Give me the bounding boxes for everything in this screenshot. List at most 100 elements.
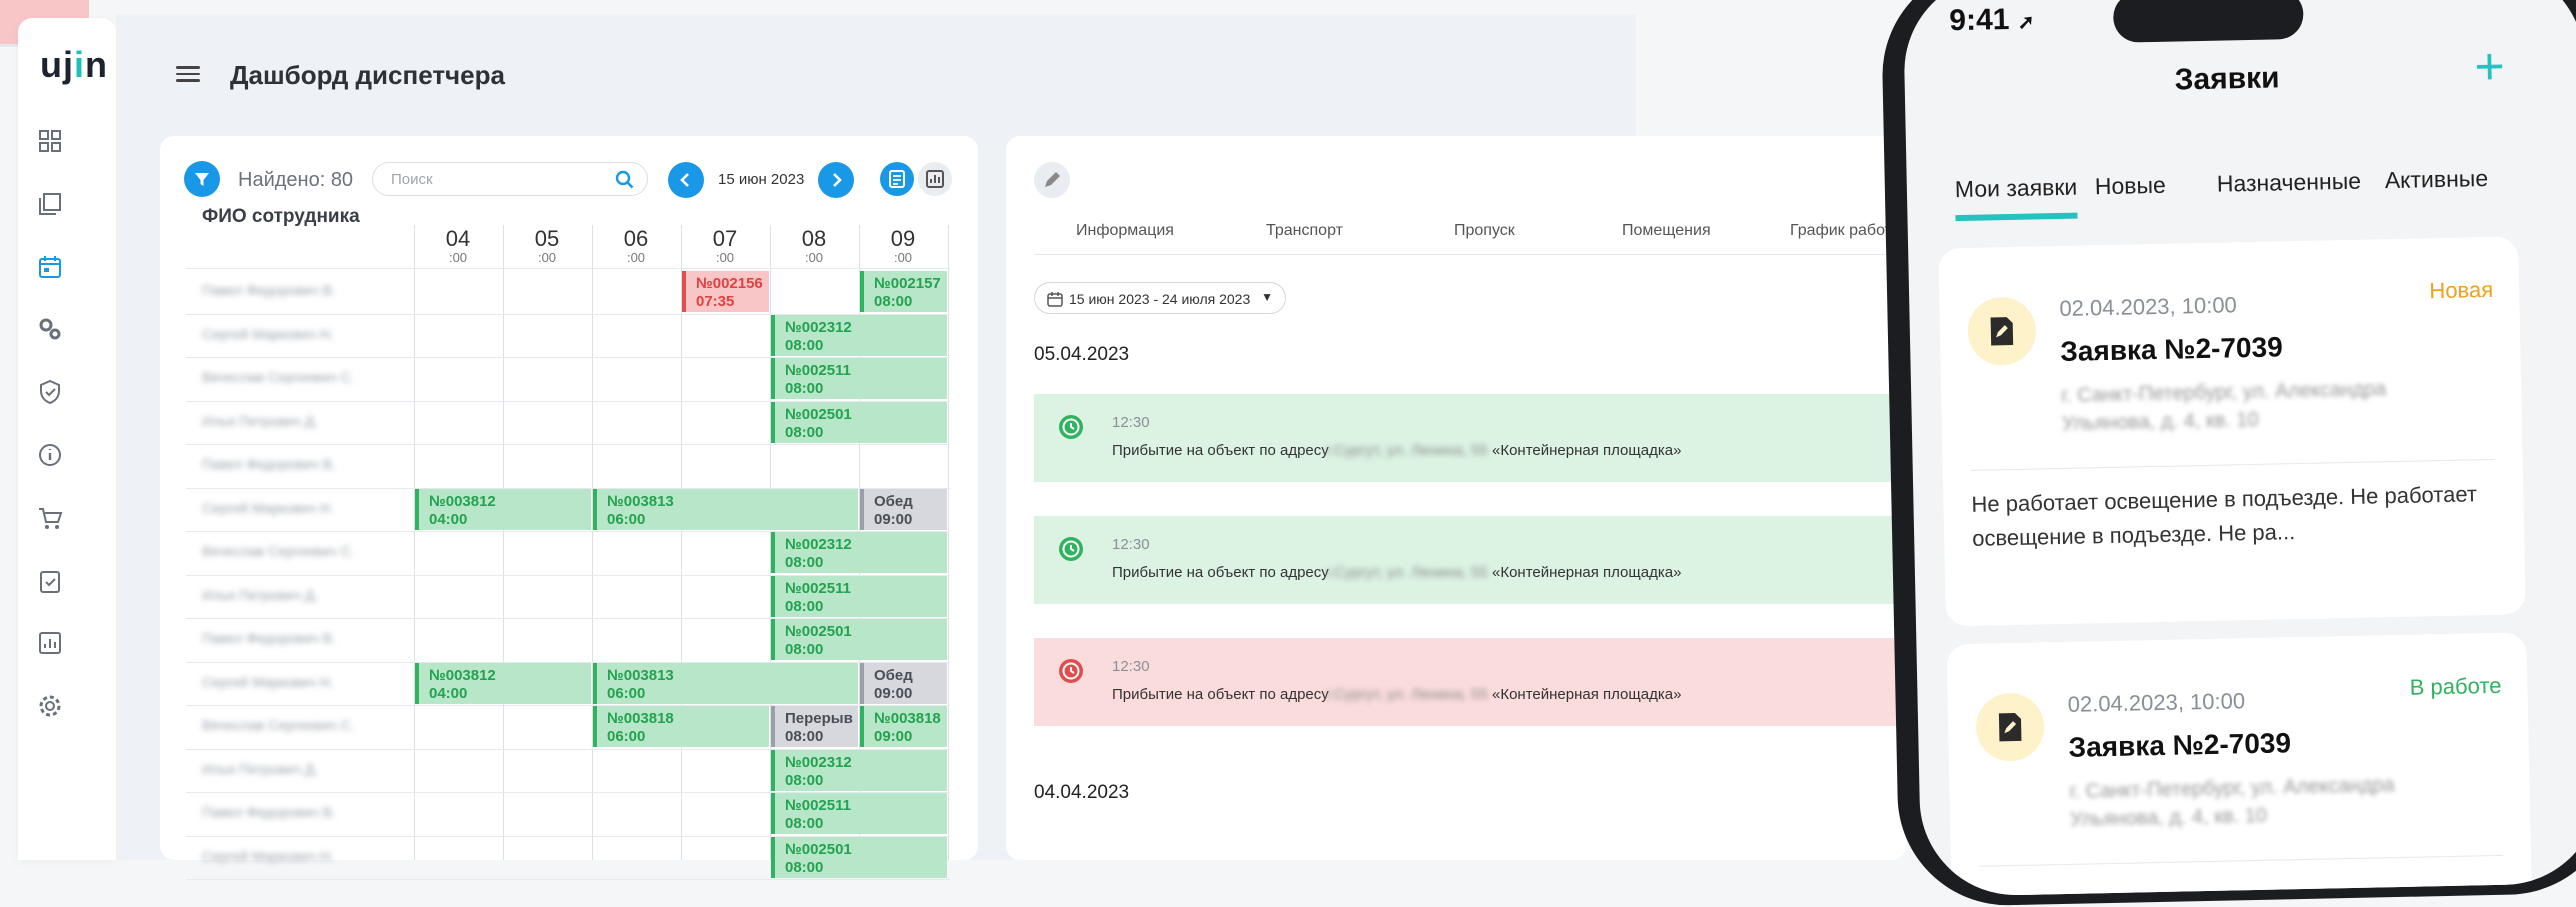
request-card[interactable]: 02.04.2023, 10:00 Новая Заявка №2-7039 г. С… [1938, 236, 2526, 673]
hour-value: 09 [890, 226, 916, 251]
schedule-event[interactable]: №002157 08:00 [860, 271, 947, 312]
employee-name[interactable]: Вячеслав Сергеевич С. [202, 543, 355, 559]
timeline-date: 05.04.2023 [1034, 344, 1130, 365]
cart-icon[interactable] [36, 504, 64, 532]
employee-name[interactable]: Павел Федорович В. [202, 282, 336, 298]
schedule-event[interactable]: №002511 08:00 [771, 793, 947, 834]
employee-name[interactable]: Павел Федорович В. [202, 630, 336, 646]
tab-3[interactable]: Помещения [1622, 222, 1711, 240]
hour-minutes: :00 [448, 250, 468, 265]
list-view-icon [889, 170, 905, 188]
add-request-button[interactable]: + [2474, 37, 2506, 98]
current-date: 15 июн 2023 [718, 171, 805, 188]
timeline-event[interactable]: 12:30 Прибытие на объект по адресу г.Сургу… [1034, 516, 1904, 604]
details-card [1006, 136, 1906, 860]
next-date-button[interactable] [818, 162, 854, 198]
schedule-event[interactable]: №002511 08:00 [771, 358, 947, 399]
info-icon[interactable] [36, 441, 64, 469]
schedule-event[interactable]: №002511 08:00 [771, 575, 947, 617]
event-time: 08:00 [785, 336, 824, 354]
employee-name[interactable]: Вячеслав Сергеевич С. [202, 369, 355, 385]
event-description: Прибытие на объект по адресу [1112, 442, 1329, 459]
hour-gridline [592, 225, 593, 860]
schedule-event[interactable]: №002501 08:00 [771, 836, 947, 878]
mobile-tab-2[interactable]: Назначенные [2217, 168, 2362, 198]
employee-name[interactable]: Сергей Маркович Н. [202, 326, 334, 342]
schedule-event[interactable]: №002501 08:00 [771, 619, 947, 660]
event-time: 09:00 [874, 728, 913, 745]
chart-view-button[interactable] [918, 162, 952, 196]
event-time: 08:00 [785, 597, 824, 615]
employee-name[interactable]: Илья Петрович Д. [202, 413, 318, 429]
caret-down-icon: ▼ [1261, 290, 1273, 304]
schedule-event[interactable]: №003818 06:00 [593, 706, 769, 747]
date-range-select[interactable]: 15 июн 2023 - 24 июля 2023 ▼ [1034, 282, 1286, 314]
request-date: 02.04.2023, 10:00 [2067, 688, 2246, 717]
search-input[interactable]: Поиск [372, 162, 648, 196]
tab-2[interactable]: Пропуск [1454, 222, 1515, 240]
ujin-logo[interactable]: ujin [40, 44, 108, 86]
mobile-tab-1[interactable]: Новые [2095, 172, 2167, 200]
timeline-event[interactable]: 12:30 Прибытие на объект по адресу г.Сургу… [1034, 638, 1904, 726]
settings-gears-icon[interactable] [36, 315, 64, 343]
list-view-button[interactable] [880, 162, 914, 196]
employee-name[interactable]: Павел Федорович В. [202, 456, 336, 472]
event-address: г.Сургут, ул. Ленина, 55 [1326, 686, 1488, 703]
employee-name[interactable]: Сергей Маркович Н. [202, 848, 334, 864]
hour-minutes: :00 [537, 250, 557, 265]
hour-header: 08:00 [770, 226, 858, 265]
schedule-event[interactable]: №002312 08:00 [771, 749, 947, 791]
status-time: 9:41 ➚ [1949, 2, 2035, 38]
schedule-event[interactable]: №002156 07:35 [682, 271, 769, 312]
shield-check-icon[interactable] [36, 378, 64, 406]
employee-name[interactable]: Илья Петрович Д. [202, 587, 318, 603]
employee-name[interactable]: Сергей Маркович Н. [202, 674, 334, 690]
schedule-event[interactable]: №003812 04:00 [415, 488, 591, 530]
request-description: Не работает освещение в подъезде. Не раб… [1971, 481, 2478, 551]
table-row [186, 879, 950, 880]
request-address: г. Санкт-Петербург, ул. Александра Ульян… [2061, 378, 2387, 435]
request-number: Заявка №2-7039 [2068, 727, 2292, 763]
schedule-event[interactable]: Перерыв 08:00 [771, 706, 858, 747]
event-time: 08:00 [785, 641, 824, 658]
document-icon [1967, 296, 2037, 366]
schedule-event[interactable]: №002312 08:00 [771, 532, 947, 573]
schedule-event[interactable]: Обед 09:00 [860, 488, 947, 530]
schedule-event[interactable]: №003812 04:00 [415, 662, 591, 704]
date-range-value: 15 июн 2023 - 24 июля 2023 [1069, 291, 1251, 307]
schedule-event[interactable]: №003813 06:00 [593, 662, 858, 704]
employee-name[interactable]: Вячеслав Сергеевич С. [202, 717, 355, 733]
hour-gridline [681, 225, 682, 860]
timeline-event[interactable]: 12:30 Прибытие на объект по адресу г.Сургу… [1034, 394, 1904, 482]
calendar-icon [1047, 292, 1063, 307]
employee-name[interactable]: Илья Петрович Д. [202, 761, 318, 777]
dashboard-icon[interactable] [36, 127, 64, 155]
calendar-icon[interactable] [36, 253, 64, 281]
schedule-event[interactable]: №003813 06:00 [593, 488, 858, 530]
event-number: №002501 [785, 840, 852, 858]
report-chart-icon[interactable] [36, 629, 64, 657]
schedule-event[interactable]: №002501 08:00 [771, 401, 947, 443]
mobile-tab-0[interactable]: Мои заявки [1954, 173, 2078, 222]
schedule-event[interactable]: №002312 08:00 [771, 314, 947, 356]
mobile-tab-3[interactable]: Активные [2385, 165, 2489, 194]
filter-button[interactable] [184, 161, 220, 197]
employee-name[interactable]: Сергей Маркович Н. [202, 500, 334, 516]
employee-name[interactable]: Павел Федорович В. [202, 804, 336, 820]
gallery-icon[interactable] [36, 190, 64, 218]
event-time: 06:00 [607, 510, 646, 528]
schedule-event[interactable]: Обед 09:00 [860, 662, 947, 704]
event-time: 09:00 [874, 510, 913, 528]
event-description: Прибытие на объект по адресу [1112, 686, 1329, 703]
event-time: 08:00 [785, 815, 824, 832]
tab-1[interactable]: Транспорт [1266, 222, 1343, 240]
edit-button[interactable] [1034, 162, 1070, 198]
prev-date-button[interactable] [668, 162, 704, 198]
tab-0[interactable]: Информация [1076, 222, 1174, 240]
schedule-event[interactable]: №003818 09:00 [860, 706, 947, 747]
task-check-icon[interactable] [36, 567, 64, 595]
gear-icon[interactable] [36, 692, 64, 720]
hamburger-menu-icon[interactable] [176, 62, 200, 84]
request-card[interactable]: 02.04.2023, 10:00 В работе Заявка №2-7039 г… [1946, 632, 2533, 898]
tabs-divider [1034, 254, 1906, 255]
